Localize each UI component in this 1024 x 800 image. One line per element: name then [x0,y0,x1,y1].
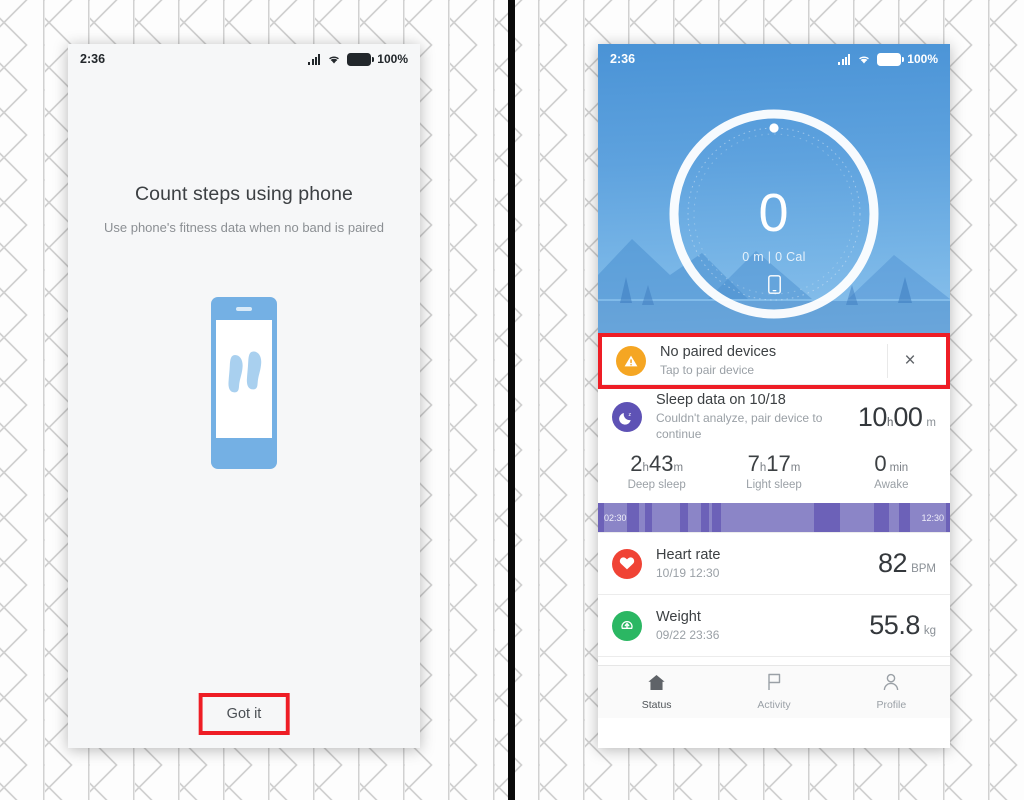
weight-value: 55.8 [869,610,920,640]
alert-subtitle: Tap to pair device [660,362,755,377]
timeline-band [711,503,721,532]
stat-label: Awake [874,479,909,491]
sleep-card[interactable]: z Sleep data on 10/18 Couldn't analyze, … [598,389,950,533]
got-it-button[interactable]: Got it [202,697,286,731]
stat-label: Light sleep [746,479,802,491]
stat-value-2: 43 [648,451,674,476]
heart-rate-value: 82 [878,548,908,578]
right-app-body: 0 0 m | 0 Cal No paired devices Tap to p… [598,44,950,718]
battery-full-icon [347,52,374,66]
timeline-band [814,503,841,532]
timeline-band [701,503,709,532]
close-icon[interactable]: × [887,343,932,378]
page-subtitle: Use phone's fitness data when no band is… [103,220,384,235]
weight-title: Weight [656,608,701,625]
stat-unit-2: m [790,462,801,474]
heart-icon [612,548,642,579]
status-time: 2:36 [610,52,636,66]
battery-percent: 100% [377,52,408,66]
weight-unit: kg [923,625,936,637]
stat-value: 7 [747,451,760,476]
steps-hero-panel: 0 0 m | 0 Cal [598,44,950,333]
distance-calories: 0 m | 0 Cal [742,250,806,264]
timeline-end-label: 12:30 [921,512,944,523]
warning-icon [616,345,646,376]
timeline-band [898,503,910,532]
bottom-tab-bar: Status Activity Profile [598,665,950,718]
stat-unit-2: min [889,462,909,474]
heart-rate-unit: BPM [911,563,936,575]
stat-awake: 0 min Awake [833,451,950,491]
battery-full-icon [877,52,904,66]
steps-progress-ring: 0 0 m | 0 Cal [668,108,880,325]
right-status-bar: 2:36 100% [598,44,950,74]
left-onboarding-body: Count steps using phone Use phone's fitn… [68,74,420,748]
no-paired-devices-highlight: No paired devices Tap to pair device × [598,333,950,389]
heart-rate-title: Heart rate [656,546,721,563]
weight-value-group: 55.8 kg [869,610,936,641]
timeline-band [946,503,950,532]
page-title: Count steps using phone [134,183,354,205]
right-phone-screenshot: 0 0 m | 0 Cal No paired devices Tap to p… [598,44,950,748]
stat-unit-2: m [673,462,684,474]
left-phone-screenshot: 2:36 100% Count steps using phone Use ph… [68,44,420,748]
stat-deep-sleep: 2h43m Deep sleep [598,451,715,491]
tab-status-label: Status [641,698,672,711]
person-icon [882,673,900,696]
stat-value: 2 [630,451,643,476]
svg-text:z: z [628,412,631,418]
stat-label: Deep sleep [627,479,686,491]
sleep-stats-row: 2h43m Deep sleep 7h17m Light sleep 0 min … [598,445,950,503]
left-status-bar: 2:36 100% [68,44,420,74]
no-paired-devices-card[interactable]: No paired devices Tap to pair device × [602,337,946,385]
sleep-hours: 10 [857,401,888,432]
wifi-icon [857,54,871,65]
tab-status[interactable]: Status [598,666,715,718]
signal-bars-icon [838,53,851,65]
panel-divider [508,0,515,800]
heart-rate-value-group: 82 BPM [878,548,936,579]
heart-rate-subtitle: 10/19 12:30 [656,565,720,580]
stat-light-sleep: 7h17m Light sleep [715,451,832,491]
moon-sleep-icon: z [612,402,642,432]
sleep-minutes-unit: m [926,416,936,429]
flag-icon [765,673,783,696]
got-it-highlight: Got it [198,693,290,735]
weight-card[interactable]: Weight 09/22 23:36 55.8 kg [598,595,950,657]
timeline-start-label: 02:30 [604,512,627,523]
timeline-band [645,503,653,532]
timeline-band [598,503,604,532]
tab-profile-label: Profile [876,699,907,711]
signal-bars-icon [308,53,321,65]
sleep-title: Sleep data on 10/18 [656,392,786,409]
stat-value-2: 17 [766,451,791,476]
tab-activity[interactable]: Activity [715,666,832,718]
phone-source-icon [668,275,880,299]
timeline-band [873,503,889,532]
wifi-icon [327,54,341,65]
weight-scale-icon [612,610,642,641]
heart-rate-card[interactable]: Heart rate 10/19 12:30 82 BPM [598,533,950,595]
phone-with-footprints-illustration [211,297,277,474]
alert-title: No paired devices [660,343,777,360]
sleep-subtitle: Couldn't analyze, pair device to continu… [656,411,823,442]
sleep-minutes: 00 [893,401,923,432]
stat-value: 0 [874,451,887,476]
tab-profile[interactable]: Profile [833,666,950,718]
status-time: 2:36 [80,52,106,66]
timeline-band [627,503,640,532]
step-count: 0 [758,183,790,243]
weight-subtitle: 09/22 23:36 [656,627,720,642]
home-icon [647,674,666,696]
timeline-band [680,503,689,532]
battery-percent: 100% [907,52,938,66]
sleep-total-value: 10 h 00 m [858,402,936,433]
tab-activity-label: Activity [757,699,791,711]
sleep-timeline[interactable]: 02:30 12:30 [598,503,950,532]
